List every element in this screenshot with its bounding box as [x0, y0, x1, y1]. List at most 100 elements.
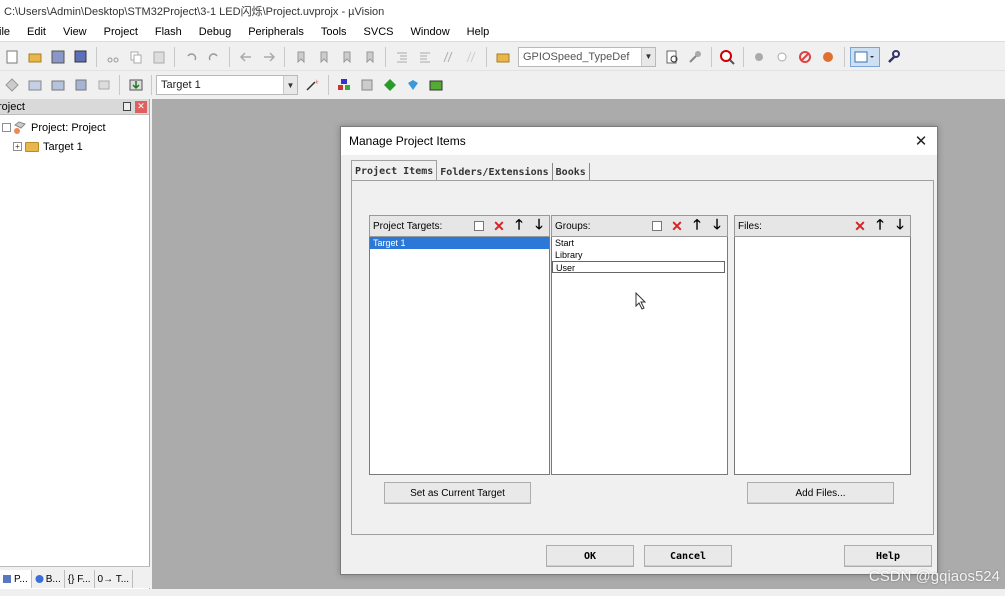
- tab-books[interactable]: B...: [32, 570, 65, 588]
- stop-build-button[interactable]: [94, 75, 114, 95]
- bookmark-clear-button[interactable]: [360, 47, 380, 67]
- menu-tools[interactable]: Tools: [312, 26, 355, 38]
- insert-breakpoint-button[interactable]: [749, 47, 769, 67]
- save-all-button[interactable]: [71, 47, 91, 67]
- download-button[interactable]: [126, 75, 146, 95]
- chevron-down-icon[interactable]: ▼: [641, 47, 655, 66]
- expander-icon[interactable]: [2, 123, 11, 132]
- find-in-files-button[interactable]: [493, 47, 513, 67]
- debug-session-button[interactable]: [717, 47, 737, 67]
- list-item[interactable]: Target 1: [370, 237, 549, 249]
- menu-debug[interactable]: Debug: [190, 26, 239, 38]
- menu-help[interactable]: Help: [458, 26, 498, 38]
- chevron-down-icon[interactable]: ▼: [283, 76, 297, 94]
- enable-breakpoint-button[interactable]: [772, 47, 792, 67]
- pack-installer-button[interactable]: [380, 75, 400, 95]
- menu-window[interactable]: Window: [402, 26, 458, 38]
- delete-file-icon[interactable]: ✕: [850, 217, 870, 235]
- delete-group-icon[interactable]: ✕: [667, 217, 687, 235]
- manage-project-items-button[interactable]: [334, 75, 354, 95]
- cancel-button[interactable]: Cancel: [644, 545, 732, 567]
- list-item[interactable]: Start: [552, 237, 727, 249]
- menu-flash[interactable]: Flash: [146, 26, 190, 38]
- toolbar-separator: [229, 46, 230, 67]
- bookmark-toggle-button[interactable]: [291, 47, 311, 67]
- menu-peripherals[interactable]: Peripherals: [239, 26, 312, 38]
- move-down-icon[interactable]: 🡓: [890, 216, 910, 235]
- new-file-button[interactable]: [2, 47, 22, 67]
- project-targets-list: Project Targets: ✕ 🡑 🡓 Target 1: [369, 215, 550, 477]
- components-button[interactable]: [426, 75, 446, 95]
- tree-node-project[interactable]: Project: Project: [0, 118, 149, 137]
- tab-project-items[interactable]: Project Items: [351, 160, 438, 181]
- new-group-icon[interactable]: [647, 217, 667, 235]
- tab-templates[interactable]: 0→ T...: [95, 570, 134, 588]
- undo-button[interactable]: [181, 47, 201, 67]
- delete-target-icon[interactable]: ✕: [489, 217, 509, 235]
- move-up-icon[interactable]: 🡑: [870, 216, 890, 235]
- select-packs-button[interactable]: [357, 75, 377, 95]
- folder-icon: [25, 141, 39, 152]
- tab-books[interactable]: Books: [553, 163, 590, 181]
- groups-body[interactable]: Start Library User: [551, 237, 728, 475]
- comment-button[interactable]: [438, 47, 458, 67]
- uncomment-button[interactable]: [461, 47, 481, 67]
- bookmark-prev-button[interactable]: [314, 47, 334, 67]
- help-button[interactable]: Help: [844, 545, 932, 567]
- menu-view[interactable]: View: [54, 26, 95, 38]
- project-targets-body[interactable]: Target 1: [369, 237, 550, 475]
- move-down-icon[interactable]: 🡓: [529, 216, 549, 235]
- expander-plus-icon[interactable]: +: [13, 142, 22, 151]
- find-button[interactable]: [662, 47, 682, 67]
- target-combo[interactable]: Target 1 ▼: [156, 75, 298, 95]
- move-down-icon[interactable]: 🡓: [707, 216, 727, 235]
- list-item[interactable]: Library: [552, 249, 727, 261]
- nav-back-button[interactable]: [236, 47, 256, 67]
- menu-svcs[interactable]: SVCS: [355, 26, 402, 38]
- disable-breakpoints-button[interactable]: [795, 47, 815, 67]
- tree-node-target[interactable]: + Target 1: [0, 137, 149, 156]
- batch-build-button[interactable]: [71, 75, 91, 95]
- rebuild-button[interactable]: [48, 75, 68, 95]
- move-up-icon[interactable]: 🡑: [687, 216, 707, 235]
- paste-button[interactable]: [149, 47, 169, 67]
- indent-button[interactable]: [392, 47, 412, 67]
- target-options-button[interactable]: [302, 75, 322, 95]
- find-combo[interactable]: GPIOSpeed_TypeDef ▼: [518, 46, 656, 67]
- window-layout-button[interactable]: [850, 46, 880, 67]
- nav-forward-button[interactable]: [259, 47, 279, 67]
- ok-button[interactable]: OK: [546, 545, 634, 567]
- menu-file[interactable]: ile: [0, 26, 18, 38]
- bookmark-next-button[interactable]: [337, 47, 357, 67]
- dialog-tabs: Project Items Folders/Extensions Books: [351, 160, 590, 181]
- menu-edit[interactable]: Edit: [18, 26, 54, 38]
- translate-button[interactable]: [2, 75, 22, 95]
- new-target-icon[interactable]: [469, 217, 489, 235]
- open-file-button[interactable]: [25, 47, 45, 67]
- pin-icon[interactable]: [123, 102, 131, 111]
- set-current-target-button[interactable]: Set as Current Target: [384, 482, 531, 504]
- tab-functions[interactable]: {} F...: [65, 570, 95, 588]
- cut-button[interactable]: [103, 47, 123, 67]
- copy-button[interactable]: [126, 47, 146, 67]
- dialog-close-icon[interactable]: ✕: [911, 131, 931, 151]
- redo-button[interactable]: [204, 47, 224, 67]
- configure-button[interactable]: [883, 47, 903, 67]
- menu-project[interactable]: Project: [95, 26, 146, 38]
- list-item-editing[interactable]: User: [552, 261, 725, 273]
- close-icon[interactable]: ✕: [135, 100, 147, 113]
- toolbar-separator: [327, 75, 329, 95]
- move-up-icon[interactable]: 🡑: [509, 216, 529, 235]
- project-targets-label: Project Targets:: [373, 220, 443, 232]
- save-button[interactable]: [48, 47, 68, 67]
- scissors-icon: [107, 57, 118, 62]
- incremental-find-button[interactable]: [685, 47, 705, 67]
- files-body[interactable]: [734, 237, 911, 475]
- kill-breakpoints-button[interactable]: [818, 47, 838, 67]
- tab-project[interactable]: P...: [0, 570, 32, 588]
- add-files-button[interactable]: Add Files...: [747, 482, 894, 504]
- unindent-button[interactable]: [415, 47, 435, 67]
- run-time-env-button[interactable]: [403, 75, 423, 95]
- build-button[interactable]: [25, 75, 45, 95]
- tab-folders-extensions[interactable]: Folders/Extensions: [437, 163, 553, 181]
